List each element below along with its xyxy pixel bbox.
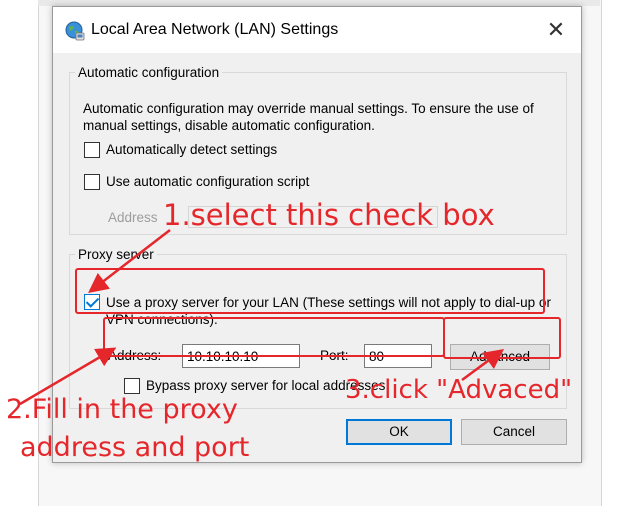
automatic-configuration-description: Automatic configuration may override man… <box>83 101 534 133</box>
auto-config-address-label: Address <box>108 210 158 225</box>
title-bar: Local Area Network (LAN) Settings ✕ <box>53 7 581 53</box>
auto-detect-settings-label: Automatically detect settings <box>106 142 278 157</box>
highlight-address-port <box>103 317 445 357</box>
annotation-step-1: 1.select this check box <box>163 198 495 232</box>
highlight-use-proxy <box>75 268 545 314</box>
automatic-configuration-legend: Automatic configuration <box>78 65 220 80</box>
annotation-step-3: 3.click "Advaced" <box>345 375 573 405</box>
auto-config-script-label: Use automatic configuration script <box>106 174 310 189</box>
auto-detect-settings-checkbox[interactable] <box>84 142 100 158</box>
cancel-button[interactable]: Cancel <box>461 419 567 445</box>
globe-network-icon <box>65 21 85 41</box>
close-icon: ✕ <box>546 17 566 42</box>
highlight-advanced <box>443 317 561 359</box>
auto-detect-settings-row[interactable]: Automatically detect settings <box>84 142 277 158</box>
ok-button[interactable]: OK <box>346 419 452 445</box>
close-button[interactable]: ✕ <box>539 15 573 45</box>
annotation-step-2-line-2: address and port <box>20 432 250 463</box>
auto-config-script-checkbox[interactable] <box>84 174 100 190</box>
annotation-step-2-line-1: 2.Fill in the proxy <box>6 394 238 425</box>
auto-config-script-row[interactable]: Use automatic configuration script <box>84 174 309 190</box>
annotation-step-2: 2.Fill in the proxy address and port <box>6 391 249 467</box>
dialog-title: Local Area Network (LAN) Settings <box>91 21 339 38</box>
proxy-server-legend: Proxy server <box>78 247 154 262</box>
